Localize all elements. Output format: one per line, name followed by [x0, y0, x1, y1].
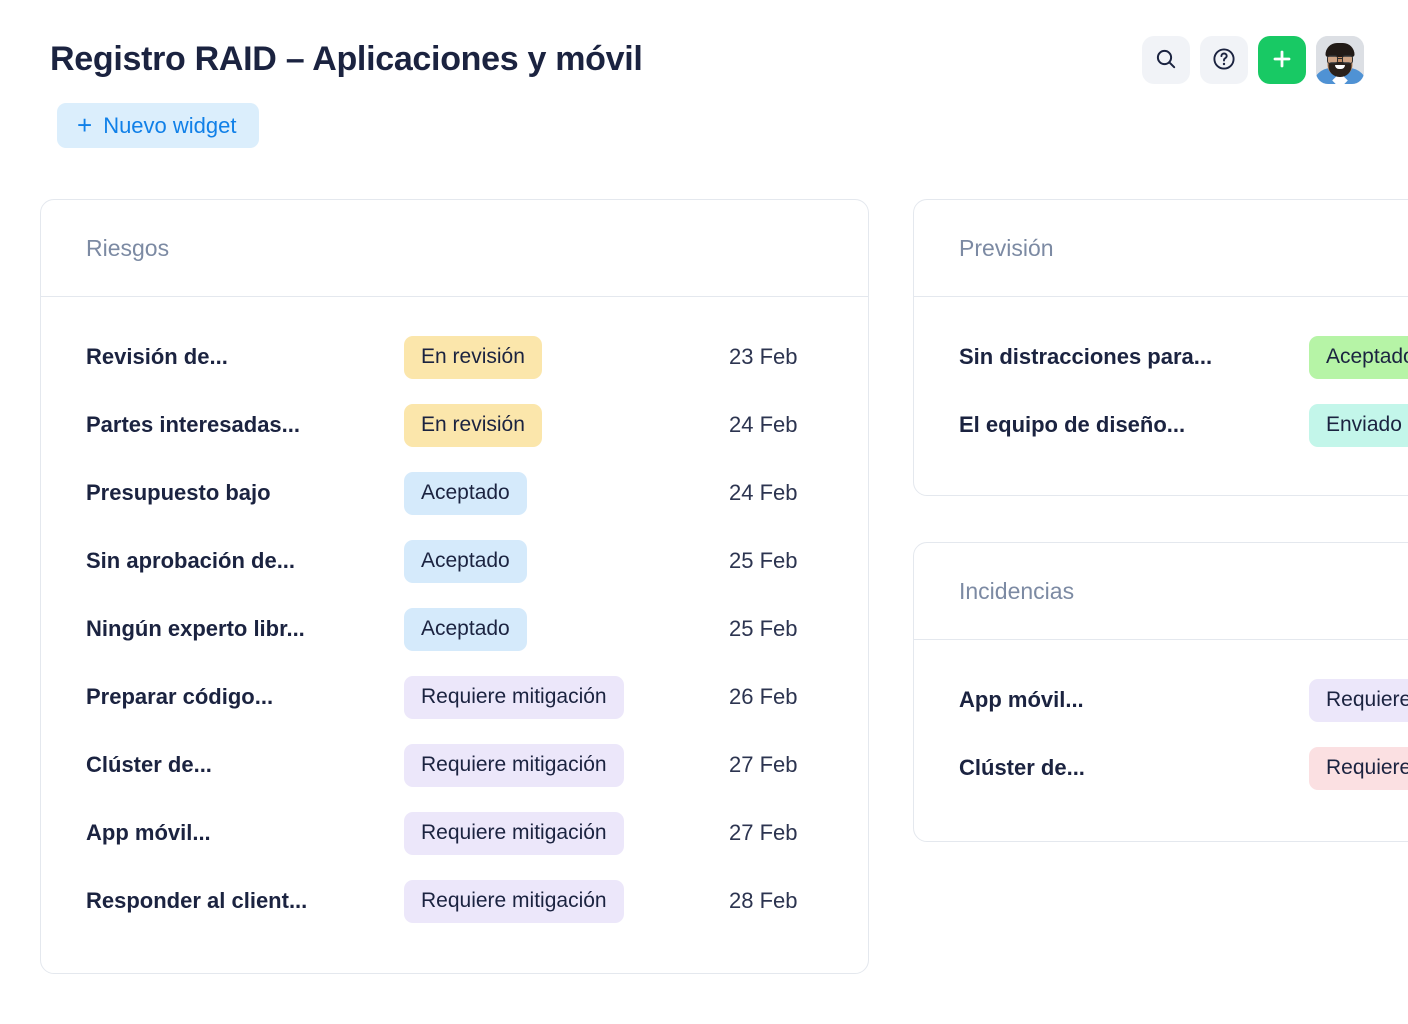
card-incidencias: Incidencias App móvil...Requiere mitigac…: [913, 542, 1408, 842]
card-body-incidencias: App móvil...Requiere mitigaciónClúster d…: [914, 640, 1408, 802]
status-badge-cell: Aceptado: [404, 472, 729, 515]
header-actions: [1142, 36, 1364, 84]
status-badge-cell: Enviado: [1309, 404, 1408, 447]
row-date: 23 Feb: [729, 344, 849, 370]
status-badge[interactable]: Requiere mitigación: [1309, 679, 1408, 722]
row-label: Presupuesto bajo: [86, 480, 404, 506]
table-row[interactable]: Revisión de...En revisión 23 Feb: [41, 323, 868, 391]
status-badge-cell: Requiere mitigación: [404, 676, 729, 719]
row-label: Partes interesadas...: [86, 412, 404, 438]
status-badge[interactable]: Requiere mitigación: [404, 880, 624, 923]
status-badge[interactable]: Requiere mitigación: [404, 744, 624, 787]
status-badge[interactable]: Aceptado: [404, 608, 527, 651]
row-label: Ningún experto libr...: [86, 616, 404, 642]
status-badge-cell: Aceptado: [404, 608, 729, 651]
table-row[interactable]: Clúster de...Requiere atención: [914, 734, 1408, 802]
table-row[interactable]: Ningún experto libr...Aceptado 25 Feb: [41, 595, 868, 663]
avatar-glasses-left: [1327, 55, 1338, 64]
status-badge-cell: Requiere mitigación: [1309, 679, 1408, 722]
card-body-prevision: Sin distracciones para...AceptadoEl equi…: [914, 297, 1408, 459]
card-title: Riesgos: [86, 235, 169, 262]
status-badge[interactable]: Enviado: [1309, 404, 1408, 447]
card-body-riesgos: Revisión de...En revisión23 FebPartes in…: [41, 297, 868, 935]
dashboard-page: Registro RAID – Aplicaciones y móvil + N…: [0, 0, 1408, 1024]
card-prevision: Previsión Sin distracciones para...Acept…: [913, 199, 1408, 496]
plus-icon: [1270, 47, 1294, 74]
row-label: Revisión de...: [86, 344, 404, 370]
search-button[interactable]: [1142, 36, 1190, 84]
card-header-incidencias: Incidencias: [914, 543, 1408, 640]
table-row[interactable]: Responder al client...Requiere mitigació…: [41, 867, 868, 935]
row-label: Preparar código...: [86, 684, 404, 710]
row-date: 25 Feb: [729, 548, 849, 574]
row-label: Sin distracciones para...: [959, 344, 1309, 370]
card-header-riesgos: Riesgos: [41, 200, 868, 297]
row-label: Clúster de...: [959, 755, 1309, 781]
row-date: 26 Feb: [729, 684, 849, 710]
card-riesgos: Riesgos Revisión de...En revisión23 FebP…: [40, 199, 869, 974]
avatar-glasses-bridge: [1338, 58, 1343, 59]
table-row[interactable]: Clúster de...Requiere mitigación 27 Feb: [41, 731, 868, 799]
plus-icon: +: [77, 112, 92, 138]
search-icon: [1154, 47, 1178, 74]
card-title: Incidencias: [959, 578, 1074, 605]
question-mark-icon: [1211, 46, 1237, 75]
row-date: 27 Feb: [729, 820, 849, 846]
status-badge-cell: Requiere mitigación: [404, 744, 729, 787]
row-label: Responder al client...: [86, 888, 404, 914]
row-label: Clúster de...: [86, 752, 404, 778]
row-date: 28 Feb: [729, 888, 849, 914]
table-row[interactable]: El equipo de diseño...Enviado: [914, 391, 1408, 459]
table-row[interactable]: Sin distracciones para...Aceptado: [914, 323, 1408, 391]
status-badge-cell: Aceptado: [404, 540, 729, 583]
row-label: App móvil...: [959, 687, 1309, 713]
add-button[interactable]: [1258, 36, 1306, 84]
table-row[interactable]: Preparar código...Requiere mitigación 26 …: [41, 663, 868, 731]
row-label: El equipo de diseño...: [959, 412, 1309, 438]
status-badge-cell: Requiere atención: [1309, 747, 1408, 790]
table-row[interactable]: Sin aprobación de...Aceptado 25 Feb: [41, 527, 868, 595]
status-badge[interactable]: Aceptado: [404, 472, 527, 515]
row-label: Sin aprobación de...: [86, 548, 404, 574]
status-badge[interactable]: En revisión: [404, 404, 542, 447]
row-label: App móvil...: [86, 820, 404, 846]
status-badge-cell: En revisión: [404, 404, 729, 447]
status-badge-cell: Requiere mitigación: [404, 880, 729, 923]
row-date: 24 Feb: [729, 480, 849, 506]
table-row[interactable]: App móvil...Requiere mitigación 27 Feb: [41, 799, 868, 867]
card-header-prevision: Previsión: [914, 200, 1408, 297]
status-badge[interactable]: Aceptado: [404, 540, 527, 583]
table-row[interactable]: App móvil...Requiere mitigación: [914, 666, 1408, 734]
status-badge[interactable]: Requiere mitigación: [404, 812, 624, 855]
row-date: 27 Feb: [729, 752, 849, 778]
status-badge-cell: Aceptado: [1309, 336, 1408, 379]
help-button[interactable]: [1200, 36, 1248, 84]
row-date: 25 Feb: [729, 616, 849, 642]
status-badge-cell: Requiere mitigación: [404, 812, 729, 855]
page-title: Registro RAID – Aplicaciones y móvil: [50, 40, 643, 79]
status-badge[interactable]: Requiere mitigación: [404, 676, 624, 719]
table-row[interactable]: Partes interesadas...En revisión 24 Feb: [41, 391, 868, 459]
status-badge[interactable]: En revisión: [404, 336, 542, 379]
card-title: Previsión: [959, 235, 1054, 262]
status-badge-cell: En revisión: [404, 336, 729, 379]
user-avatar[interactable]: [1316, 36, 1364, 84]
status-badge[interactable]: Aceptado: [1309, 336, 1408, 379]
status-badge[interactable]: Requiere atención: [1309, 747, 1408, 790]
table-row[interactable]: Presupuesto bajoAceptado 24 Feb: [41, 459, 868, 527]
row-date: 24 Feb: [729, 412, 849, 438]
avatar-glasses-right: [1342, 55, 1353, 64]
new-widget-button[interactable]: + Nuevo widget: [57, 103, 259, 148]
new-widget-label: Nuevo widget: [103, 113, 236, 139]
